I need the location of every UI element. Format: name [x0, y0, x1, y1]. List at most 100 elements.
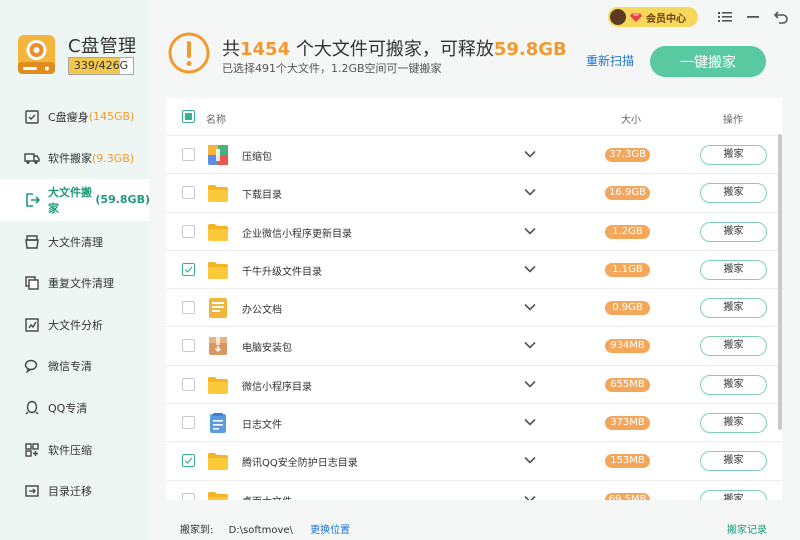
sidebar-item-count: (145GB)	[88, 110, 135, 124]
back-arrow-icon	[774, 11, 788, 24]
chevron-down-icon[interactable]	[523, 492, 537, 500]
headline-prefix: 共	[222, 39, 240, 60]
diamond-icon	[630, 13, 642, 22]
file-name: 桌面大文件	[242, 493, 292, 500]
chevron-down-icon[interactable]	[523, 224, 537, 238]
move-button[interactable]: 搬家	[700, 298, 767, 319]
main-panel: 会员中心 共1454 个大文件可搬家，可释放59.8GB 已选择491个大文件，…	[150, 0, 800, 540]
table-row[interactable]: 微信小程序目录 655MB 搬家	[166, 364, 782, 403]
table-row[interactable]: 腾讯QQ安全防护日志目录 153MB 搬家	[166, 441, 782, 479]
table-row[interactable]: 千牛升级文件目录 1.1GB 搬家	[166, 249, 782, 288]
truck-icon	[24, 150, 40, 166]
select-all-checkbox[interactable]	[182, 110, 195, 123]
move-button[interactable]: 搬家	[700, 183, 767, 204]
sidebar-item-3[interactable]: 大文件清理	[0, 221, 150, 263]
chevron-down-icon[interactable]	[523, 147, 537, 161]
export-icon	[24, 192, 40, 208]
duplicate-icon	[24, 275, 40, 291]
broom-icon	[24, 234, 40, 250]
move-button[interactable]: 搬家	[700, 259, 767, 280]
size-badge: 0.9GB	[605, 301, 650, 316]
folder-icon	[208, 453, 228, 471]
disk-icon	[18, 35, 55, 74]
row-checkbox[interactable]	[182, 186, 195, 200]
sidebar-item-label: 重复文件清理	[48, 277, 114, 291]
sidebar-item-2[interactable]: 大文件搬家 (59.8GB)	[0, 179, 150, 221]
table-header: 名称 大小 操作	[166, 98, 782, 135]
chevron-down-icon[interactable]	[523, 453, 537, 467]
row-checkbox[interactable]	[182, 148, 195, 161]
move-button[interactable]: 搬家	[700, 336, 767, 357]
rescan-link[interactable]: 重新扫描	[586, 52, 634, 69]
table-row[interactable]: 压缩包 37.3GB 搬家	[166, 135, 782, 173]
row-checkbox[interactable]	[182, 224, 195, 238]
size-badge: 153MB	[605, 454, 650, 469]
sidebar-item-label: 微信专清	[48, 360, 92, 374]
chevron-down-icon[interactable]	[523, 338, 537, 352]
move-button[interactable]: 搬家	[700, 489, 767, 500]
row-checkbox[interactable]	[182, 377, 195, 391]
row-checkbox[interactable]	[182, 454, 195, 468]
column-action-header: 操作	[723, 115, 743, 126]
move-button[interactable]: 搬家	[700, 221, 767, 242]
sidebar-item-5[interactable]: 大文件分析	[0, 304, 150, 346]
file-name: 压缩包	[242, 152, 272, 163]
row-checkbox[interactable]	[182, 492, 195, 500]
one-click-move-button[interactable]: 一键搬家	[650, 46, 766, 77]
sidebar-item-7[interactable]: QQ专清	[0, 387, 150, 429]
row-checkbox[interactable]	[182, 416, 195, 430]
headline-middle: 个大文件可搬家，可释放	[295, 39, 494, 60]
move-button[interactable]: 搬家	[700, 451, 767, 472]
chevron-down-icon[interactable]	[523, 262, 537, 276]
column-size-header: 大小	[621, 115, 641, 126]
row-checkbox[interactable]	[182, 339, 195, 353]
vip-center-button[interactable]: 会员中心	[608, 7, 698, 27]
table-row[interactable]: 企业微信小程序更新目录 1.2GB 搬家	[166, 211, 782, 250]
disk-usage-text: 339/426G	[73, 59, 129, 72]
move-button[interactable]: 搬家	[700, 145, 767, 165]
chevron-down-icon[interactable]	[523, 185, 537, 199]
sidebar-item-1[interactable]: 软件搬家 (9.3GB)	[0, 138, 150, 180]
folder-icon	[208, 261, 228, 279]
table-row[interactable]: 桌面大文件 69.5MB 搬家	[166, 479, 782, 500]
table-row[interactable]: 下载目录 16.9GB 搬家	[166, 173, 782, 211]
sidebar-item-9[interactable]: 目录迁移	[0, 470, 150, 512]
disk-usage-bar: 339/426G	[68, 57, 134, 75]
row-checkbox[interactable]	[182, 262, 195, 276]
chevron-down-icon[interactable]	[523, 377, 537, 391]
table-body: 压缩包 37.3GB 搬家 下载目录 16.9GB 搬家 企业微信小程序更新目录 1.2GB 搬…	[166, 135, 782, 500]
change-location-link[interactable]: 更换位置	[310, 525, 350, 536]
table-row[interactable]: 日志文件 373MB 搬家	[166, 403, 782, 441]
move-history-link[interactable]: 搬家记录	[727, 521, 767, 536]
table-row[interactable]: 电脑安装包 934MB 搬家	[166, 326, 782, 364]
vip-center-label: 会员中心	[646, 13, 686, 25]
chevron-down-icon[interactable]	[523, 415, 537, 429]
file-name: 千牛升级文件目录	[242, 266, 322, 278]
file-name: 办公文档	[242, 305, 282, 317]
menu-button[interactable]	[716, 8, 734, 26]
back-button[interactable]	[772, 8, 790, 26]
move-button[interactable]: 搬家	[700, 374, 767, 395]
sidebar-item-8[interactable]: 软件压缩	[0, 429, 150, 471]
sidebar-item-label: 大文件分析	[48, 318, 103, 332]
minimize-button[interactable]	[744, 8, 762, 26]
chart-icon	[24, 317, 40, 333]
sidebar-item-label: 软件压缩	[48, 443, 92, 457]
table-row[interactable]: 办公文档 0.9GB 搬家	[166, 288, 782, 326]
sidebar-item-label: QQ专清	[48, 401, 88, 415]
scrollbar[interactable]	[778, 134, 782, 430]
sidebar-item-6[interactable]: 微信专清	[0, 346, 150, 388]
chevron-down-icon[interactable]	[523, 300, 537, 314]
sidebar-item-count: (59.8GB)	[95, 193, 150, 207]
menu-icon	[718, 12, 732, 22]
sidebar-item-4[interactable]: 重复文件清理	[0, 262, 150, 304]
sidebar-item-0[interactable]: C盘瘦身 (145GB)	[0, 96, 150, 138]
file-table: 名称 大小 操作 压缩包 37.3GB 搬家 下载目录 16.9GB 搬家 企业微信小程序更…	[166, 98, 782, 500]
row-checkbox[interactable]	[182, 301, 195, 315]
file-name: 日志文件	[242, 420, 282, 432]
file-name: 下载目录	[242, 190, 282, 202]
move-button[interactable]: 搬家	[700, 413, 767, 434]
document-icon	[209, 298, 227, 319]
destination-path: D:\softmove\	[228, 525, 293, 536]
column-name-header: 名称	[206, 115, 226, 126]
